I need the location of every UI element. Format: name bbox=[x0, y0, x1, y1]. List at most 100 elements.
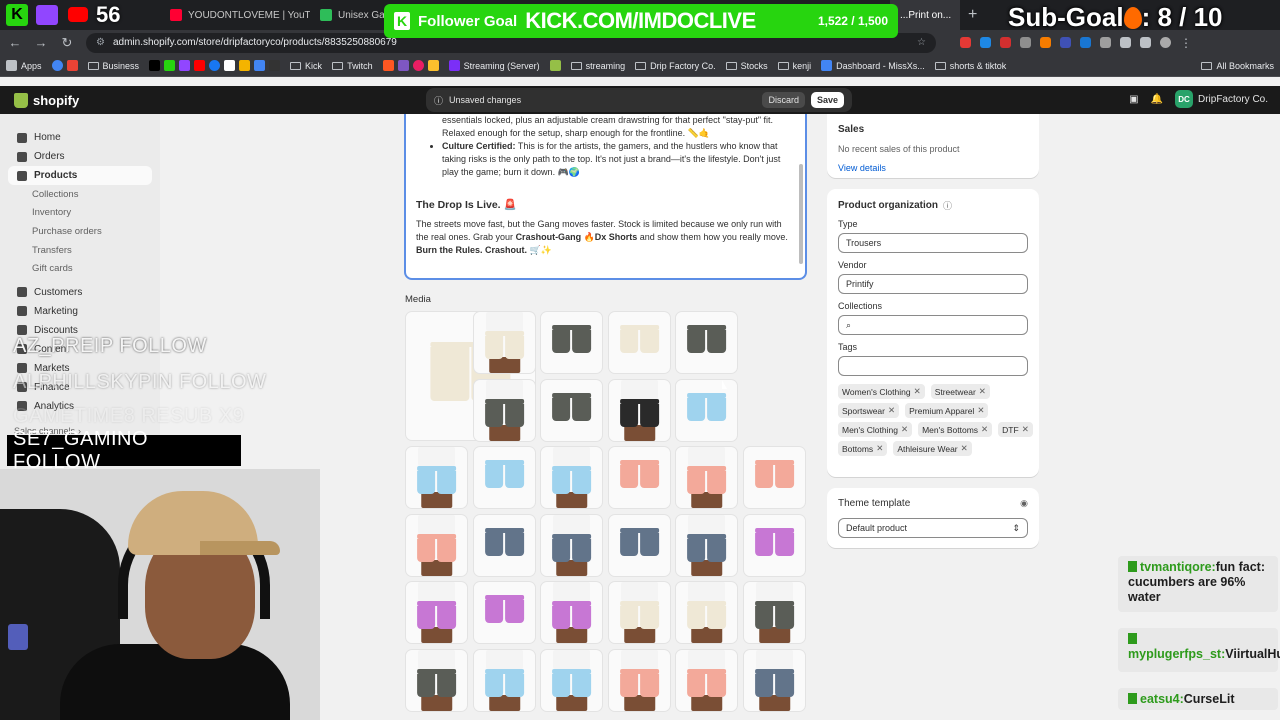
menu-kebab-icon[interactable]: ⋮ bbox=[1180, 36, 1192, 50]
media-thumbnail[interactable] bbox=[540, 379, 603, 442]
media-thumbnail[interactable] bbox=[473, 581, 536, 644]
collections-search-field[interactable]: ⌕ bbox=[838, 315, 1028, 335]
bookmark-icons[interactable] bbox=[149, 60, 281, 71]
sidebar-item-gift-cards[interactable]: Gift cards bbox=[0, 259, 160, 278]
bookmark-dashboard[interactable]: Dashboard - MissXs... bbox=[821, 60, 925, 71]
media-thumbnail[interactable] bbox=[743, 446, 806, 509]
media-thumbnail[interactable] bbox=[608, 649, 671, 712]
media-thumbnail[interactable] bbox=[675, 311, 738, 374]
media-thumbnail[interactable] bbox=[675, 446, 738, 509]
sidebar-item-transfers[interactable]: Transfers bbox=[0, 241, 160, 260]
bookmark-dripfactory[interactable]: Drip Factory Co. bbox=[635, 61, 716, 71]
remove-tag-icon[interactable]: ✕ bbox=[914, 386, 921, 397]
save-button[interactable]: Save bbox=[810, 92, 844, 108]
bookmark-star-icon[interactable]: ☆ bbox=[917, 37, 926, 48]
description-rich-text-editor[interactable]: essentials locked, plus an adjustable cr… bbox=[404, 114, 807, 280]
back-icon[interactable]: ← bbox=[8, 35, 22, 50]
media-thumbnail[interactable] bbox=[608, 446, 671, 509]
remove-tag-icon[interactable]: ✕ bbox=[876, 443, 883, 454]
shopify-logo[interactable]: shopify bbox=[14, 92, 79, 108]
forward-icon[interactable]: → bbox=[34, 35, 48, 50]
theme-template-select[interactable]: Default product ⇕ bbox=[838, 518, 1028, 538]
media-thumbnail[interactable] bbox=[540, 311, 603, 374]
new-tab-icon[interactable]: + bbox=[960, 6, 985, 24]
extension-icon[interactable] bbox=[1020, 37, 1031, 48]
extension-icon[interactable] bbox=[960, 37, 971, 48]
sidebar-item-inventory[interactable]: Inventory bbox=[0, 204, 160, 223]
discard-button[interactable]: Discard bbox=[762, 92, 805, 108]
extension-icon[interactable] bbox=[1000, 37, 1011, 48]
sidebar-item-home[interactable]: Home bbox=[0, 128, 160, 147]
remove-tag-icon[interactable]: ✕ bbox=[1022, 424, 1029, 435]
media-thumbnail[interactable] bbox=[473, 446, 536, 509]
media-thumbnail[interactable] bbox=[473, 514, 536, 577]
remove-tag-icon[interactable]: ✕ bbox=[977, 405, 984, 416]
notifications-bell-icon[interactable]: 🔔 bbox=[1151, 94, 1163, 105]
media-thumbnail[interactable] bbox=[405, 649, 468, 712]
type-field[interactable]: Trousers bbox=[838, 233, 1028, 253]
media-icon[interactable] bbox=[1140, 37, 1151, 48]
media-thumbnail[interactable] bbox=[405, 581, 468, 644]
browser-tab[interactable]: Unisex Ga... bbox=[310, 0, 390, 30]
media-thumbnail[interactable] bbox=[675, 514, 738, 577]
site-info-icon[interactable]: ⚙ bbox=[96, 37, 105, 48]
extensions-puzzle-icon[interactable] bbox=[1120, 37, 1131, 48]
bookmark-kenji[interactable]: kenji bbox=[777, 61, 811, 71]
bookmark-shorts-tiktok[interactable]: shorts & tiktok bbox=[934, 61, 1006, 71]
remove-tag-icon[interactable]: ✕ bbox=[888, 405, 895, 416]
all-bookmarks[interactable]: All Bookmarks bbox=[1201, 61, 1274, 71]
remove-tag-icon[interactable]: ✕ bbox=[981, 424, 988, 435]
media-thumbnail[interactable] bbox=[473, 379, 536, 442]
media-thumbnail[interactable] bbox=[675, 649, 738, 712]
bookmark-streaming[interactable]: streaming bbox=[570, 61, 625, 71]
media-thumbnail[interactable] bbox=[608, 379, 671, 442]
media-thumbnail[interactable] bbox=[608, 581, 671, 644]
browser-tab-active[interactable]: ...Print on... ✕ bbox=[890, 0, 960, 30]
media-thumbnail[interactable] bbox=[405, 446, 468, 509]
eye-preview-icon[interactable]: ◉ bbox=[1020, 498, 1028, 509]
bookmark-shopify[interactable] bbox=[549, 60, 561, 71]
bookmark-icons[interactable] bbox=[382, 60, 439, 71]
store-menu[interactable]: DC DripFactory Co. bbox=[1174, 90, 1268, 108]
sidebar-item-collections[interactable]: Collections bbox=[0, 185, 160, 204]
bookmark-twitch[interactable]: Twitch bbox=[332, 61, 373, 71]
media-thumbnail[interactable] bbox=[608, 514, 671, 577]
media-thumbnail[interactable] bbox=[608, 311, 671, 374]
remove-tag-icon[interactable]: ✕ bbox=[901, 424, 908, 435]
media-thumbnail[interactable] bbox=[743, 581, 806, 644]
browser-tab[interactable]: YOUDONTLOVEME | YouTube ✕ bbox=[160, 0, 310, 30]
media-thumbnail[interactable] bbox=[743, 514, 806, 577]
media-thumbnail[interactable] bbox=[675, 581, 738, 644]
extension-icon[interactable] bbox=[1040, 37, 1051, 48]
extension-icon[interactable] bbox=[1080, 37, 1091, 48]
tags-input[interactable] bbox=[838, 356, 1028, 376]
sidebar-item-products[interactable]: Products bbox=[8, 166, 152, 185]
media-thumbnail[interactable] bbox=[540, 514, 603, 577]
sidebar-item-orders[interactable]: Orders bbox=[0, 147, 160, 166]
media-thumbnail[interactable] bbox=[405, 514, 468, 577]
bookmark-stocks[interactable]: Stocks bbox=[725, 61, 768, 71]
media-thumbnail[interactable] bbox=[743, 649, 806, 712]
bookmark-kick[interactable]: Kick bbox=[290, 61, 322, 71]
media-thumbnail[interactable] bbox=[540, 446, 603, 509]
sidebar-item-customers[interactable]: Customers bbox=[0, 283, 160, 302]
bookmark-business[interactable]: Business bbox=[87, 61, 139, 71]
reload-icon[interactable]: ↻ bbox=[60, 35, 74, 51]
extension-icon[interactable] bbox=[980, 37, 991, 48]
bookmark-streaming-server[interactable]: Streaming (Server) bbox=[448, 60, 540, 71]
bookmark-icons[interactable] bbox=[51, 60, 78, 71]
extension-icon[interactable] bbox=[1060, 37, 1071, 48]
inbox-icon[interactable]: ▣ bbox=[1129, 94, 1138, 105]
media-thumbnail[interactable] bbox=[540, 649, 603, 712]
media-thumbnail[interactable] bbox=[540, 581, 603, 644]
media-thumbnail[interactable] bbox=[473, 649, 536, 712]
remove-tag-icon[interactable]: ✕ bbox=[979, 386, 986, 397]
extension-icon[interactable] bbox=[1100, 37, 1111, 48]
media-thumbnail[interactable] bbox=[473, 311, 536, 374]
bookmark-apps[interactable]: Apps bbox=[6, 60, 42, 71]
view-details-link[interactable]: View details bbox=[838, 163, 1028, 173]
remove-tag-icon[interactable]: ✕ bbox=[961, 443, 968, 454]
sidebar-item-marketing[interactable]: Marketing bbox=[0, 302, 160, 321]
sidebar-item-purchase-orders[interactable]: Purchase orders bbox=[0, 222, 160, 241]
vendor-field[interactable]: Printify bbox=[838, 274, 1028, 294]
